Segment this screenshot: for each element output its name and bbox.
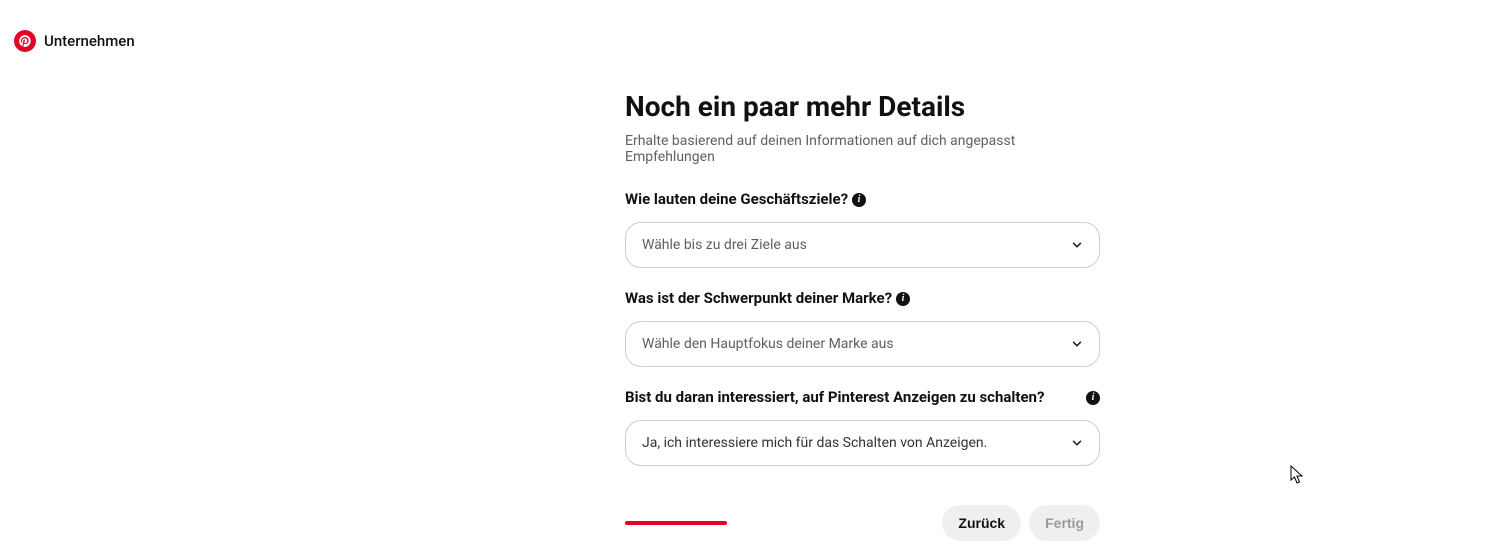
accent-underline: [625, 521, 727, 525]
ads-interest-select[interactable]: Ja, ich interessiere mich für das Schalt…: [625, 420, 1100, 466]
ads-interest-label: Bist du daran interessiert, auf Pinteres…: [625, 387, 1044, 408]
goals-select[interactable]: Wähle bis zu drei Ziele aus: [625, 222, 1100, 268]
app-header: Unternehmen: [0, 0, 1500, 52]
info-icon[interactable]: i: [1086, 391, 1100, 405]
cursor-icon: [1290, 465, 1306, 489]
pinterest-logo-icon[interactable]: [14, 30, 36, 52]
brand-focus-label: Was ist der Schwerpunkt deiner Marke?: [625, 288, 892, 309]
info-icon[interactable]: i: [896, 292, 910, 306]
goals-group: Wie lauten deine Geschäftsziele? i Wähle…: [625, 189, 1100, 268]
back-button[interactable]: Zurück: [942, 505, 1021, 541]
brand-focus-select[interactable]: Wähle den Hauptfokus deiner Marke aus: [625, 321, 1100, 367]
onboarding-form: Noch ein paar mehr Details Erhalte basie…: [625, 90, 1100, 486]
form-footer: Zurück Fertig: [625, 505, 1100, 541]
brand-label: Unternehmen: [44, 32, 135, 50]
page-title: Noch ein paar mehr Details: [625, 90, 1100, 123]
brand-focus-group: Was ist der Schwerpunkt deiner Marke? i …: [625, 288, 1100, 367]
done-button[interactable]: Fertig: [1029, 505, 1100, 541]
page-subtitle: Erhalte basierend auf deinen Information…: [625, 133, 1100, 165]
ads-interest-group: Bist du daran interessiert, auf Pinteres…: [625, 387, 1100, 466]
goals-label: Wie lauten deine Geschäftsziele?: [625, 189, 848, 210]
info-icon[interactable]: i: [852, 193, 866, 207]
